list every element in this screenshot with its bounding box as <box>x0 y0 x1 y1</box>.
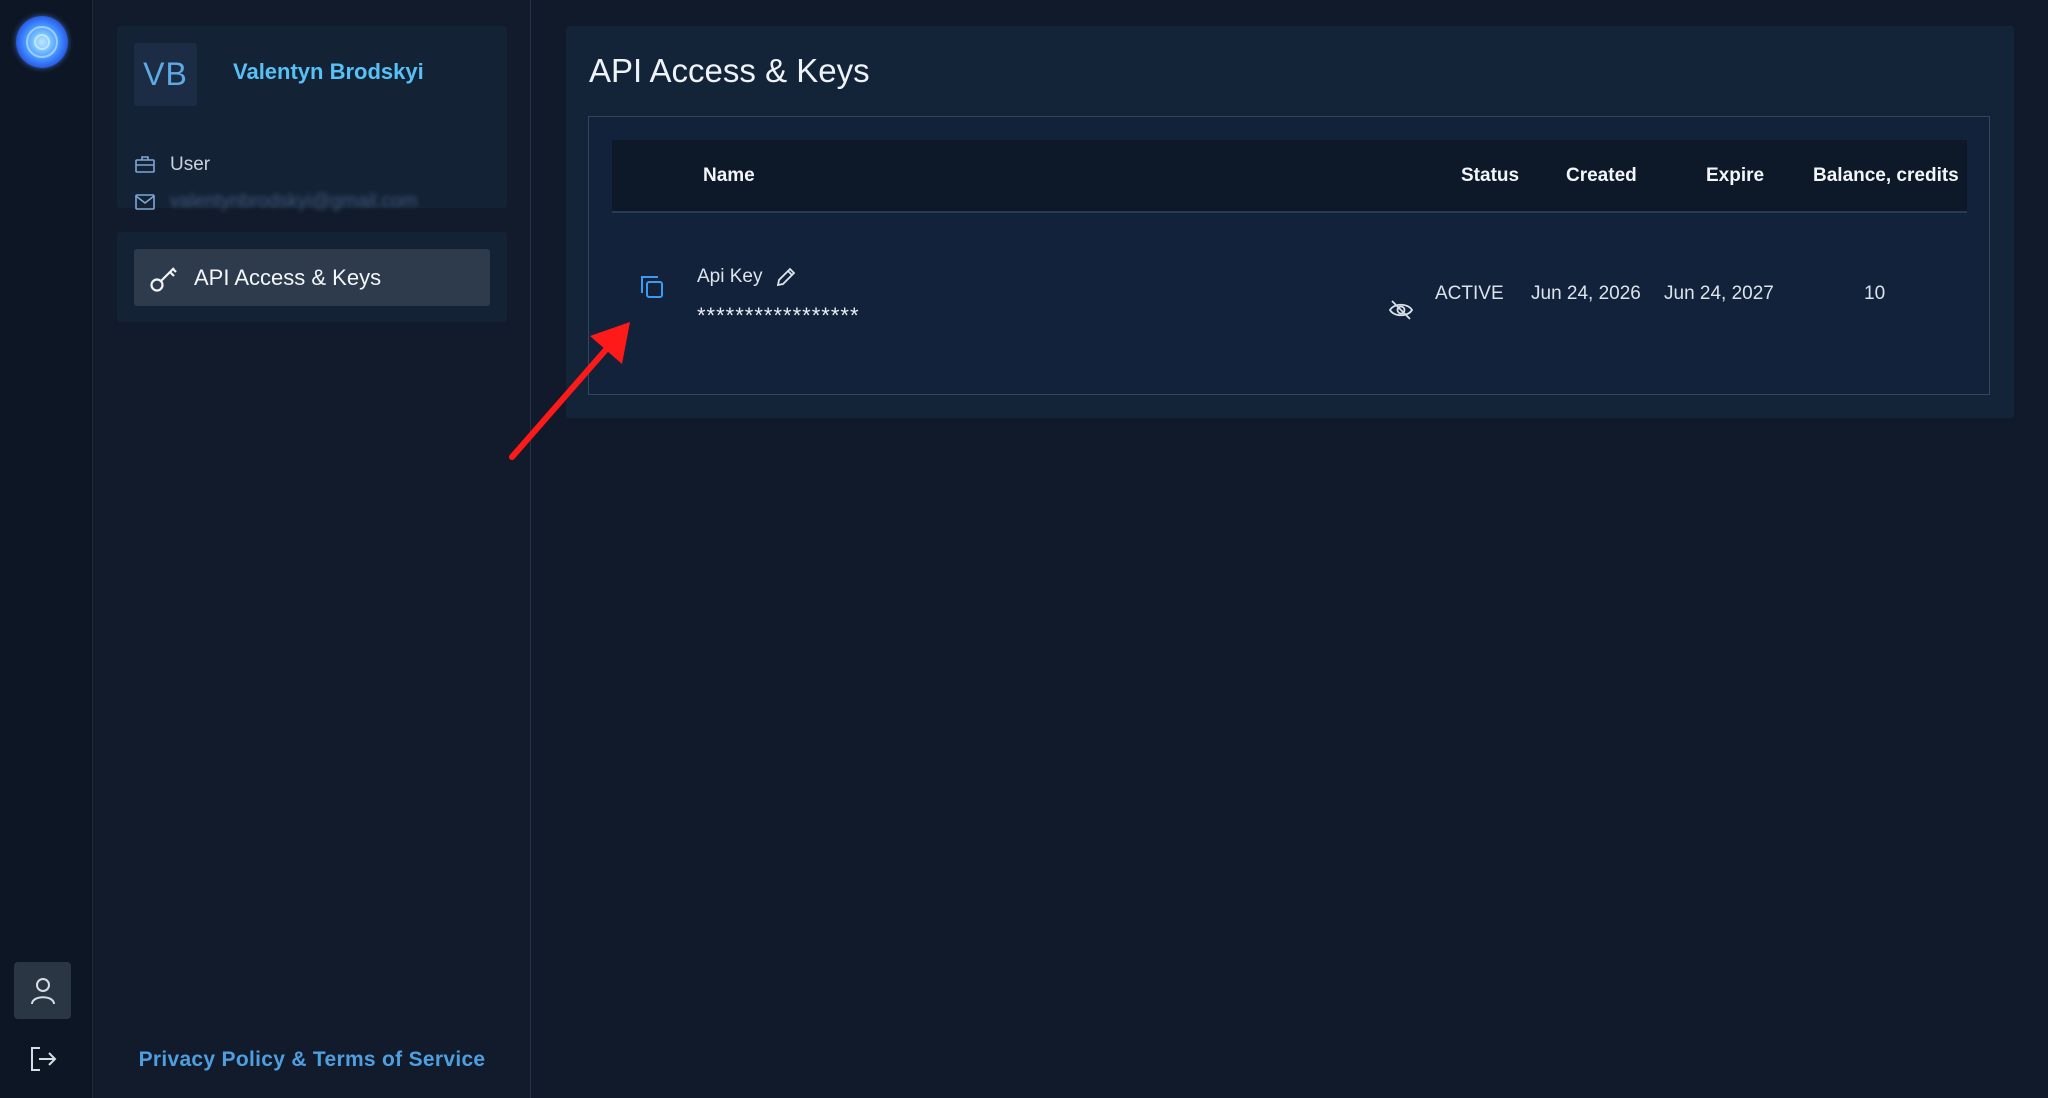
app-root: VB Valentyn Brodskyi User valentynbrodsk… <box>0 0 2048 1098</box>
user-role: User <box>170 154 211 175</box>
column-header-expire: Expire <box>1706 165 1765 186</box>
expire-date: Jun 24, 2027 <box>1664 283 1774 304</box>
status-badge: ACTIVE <box>1435 283 1504 304</box>
sidebar: VB Valentyn Brodskyi User valentynbrodsk… <box>93 0 531 1098</box>
user-name: Valentyn Brodskyi <box>233 59 424 84</box>
nav-menu: API Access & Keys <box>117 232 507 322</box>
sidebar-item-api-access-keys[interactable]: API Access & Keys <box>134 249 490 306</box>
avatar: VB <box>134 43 197 106</box>
api-keys-panel: API Access & Keys Name Status Created Ex… <box>566 26 2014 418</box>
user-email: valentynbrodskyi@gmail.com <box>170 191 418 212</box>
key-name-cell: Api Key <box>697 265 798 289</box>
page-title: API Access & Keys <box>589 52 870 89</box>
column-header-created: Created <box>1566 165 1637 186</box>
key-icon <box>150 266 177 292</box>
eye-off-icon <box>1388 300 1414 320</box>
table-row: Api Key ***************** ACTIVE Jun 24, <box>612 215 1967 375</box>
mail-icon <box>135 194 155 210</box>
user-card: VB Valentyn Brodskyi User valentynbrodsk… <box>117 26 507 212</box>
user-profile-icon <box>30 977 55 1004</box>
briefcase-icon <box>135 156 155 173</box>
sidebar-item-label: API Access & Keys <box>194 264 382 290</box>
copy-icon <box>641 276 663 298</box>
column-header-name: Name <box>703 165 755 186</box>
logout-icon <box>30 1046 56 1071</box>
table-header: Name Status Created Expire Balance, cred… <box>612 140 1967 213</box>
left-rail <box>0 0 93 1098</box>
user-email-row: valentynbrodskyi@gmail.com <box>134 191 417 213</box>
logout-button[interactable] <box>14 1030 71 1087</box>
privacy-terms-link[interactable]: Privacy Policy & Terms of Service <box>93 1048 531 1072</box>
column-header-balance: Balance, credits <box>1813 165 1959 186</box>
user-role-row: User <box>134 154 210 176</box>
key-secret: ***************** <box>697 303 860 328</box>
created-date: Jun 24, 2026 <box>1531 283 1641 304</box>
app-logo-icon[interactable] <box>16 16 68 68</box>
api-keys-table: Name Status Created Expire Balance, cred… <box>588 116 1990 395</box>
profile-button[interactable] <box>14 962 71 1019</box>
pencil-icon[interactable] <box>774 265 798 289</box>
copy-key-button[interactable] <box>636 271 668 303</box>
toggle-visibility-button[interactable] <box>1388 297 1414 323</box>
balance-value: 10 <box>1864 283 1886 304</box>
key-name: Api Key <box>697 266 763 287</box>
column-header-status: Status <box>1461 165 1520 186</box>
